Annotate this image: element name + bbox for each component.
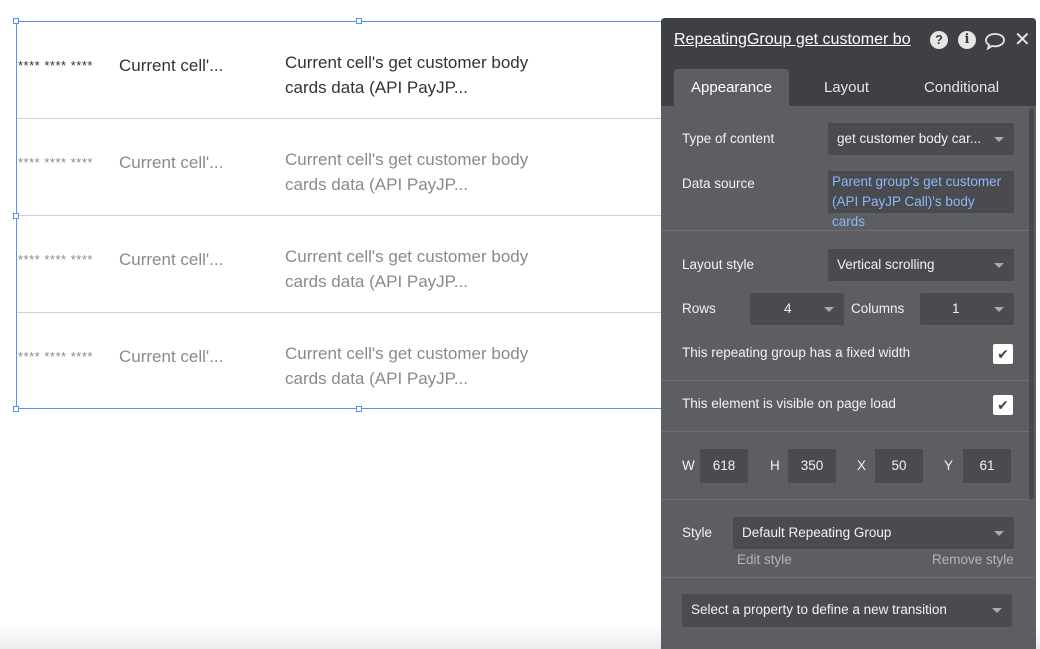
height-label: H xyxy=(770,458,780,473)
list-item[interactable]: **** **** **** Current cell'... Current … xyxy=(17,313,715,410)
cell-data-text: Current cell's get customer body cards d… xyxy=(285,247,529,291)
panel-scrollbar[interactable] xyxy=(1029,108,1034,500)
cell-data-text: Current cell's get customer body cards d… xyxy=(285,150,529,194)
columns-dropdown[interactable]: 1 xyxy=(920,293,1014,325)
cell-data-text: Current cell's get customer body cards d… xyxy=(285,53,529,97)
tab-bar: Appearance Layout Conditional xyxy=(661,66,1036,106)
style-label: Style xyxy=(682,525,713,540)
comment-icon[interactable] xyxy=(984,32,1006,55)
rows-dropdown[interactable]: 4 xyxy=(750,293,844,325)
divider xyxy=(661,431,1036,432)
divider xyxy=(661,380,1036,381)
resize-handle-bottom-left[interactable] xyxy=(13,406,19,412)
visible-on-load-label: This element is visible on page load xyxy=(682,396,896,411)
list-item[interactable]: **** **** **** Current cell'... Current … xyxy=(17,216,715,313)
columns-value: 1 xyxy=(952,301,960,316)
columns-label: Columns xyxy=(851,301,905,316)
x-label: X xyxy=(857,458,867,473)
width-input[interactable]: 618 xyxy=(700,449,748,483)
rows-value: 4 xyxy=(784,301,792,316)
cell-brand-text: Current cell'... xyxy=(119,250,224,269)
cell-data-text: Current cell's get customer body cards d… xyxy=(285,344,529,388)
resize-handle-top-left[interactable] xyxy=(13,18,19,24)
width-label: W xyxy=(682,458,695,473)
remove-style-link[interactable]: Remove style xyxy=(932,552,1014,567)
type-of-content-dropdown[interactable]: get customer body car... xyxy=(828,123,1014,155)
tab-appearance[interactable]: Appearance xyxy=(674,69,789,106)
resize-handle-bottom[interactable] xyxy=(356,406,362,412)
visible-on-load-checkbox[interactable]: ✔ xyxy=(993,395,1013,415)
style-value: Default Repeating Group xyxy=(742,525,892,540)
data-source-label: Data source xyxy=(682,176,755,191)
panel-header[interactable]: RepeatingGroup get customer bo ? i ✕ xyxy=(661,18,1036,66)
chevron-down-icon xyxy=(994,137,1004,142)
repeating-group[interactable]: **** **** **** Current cell'... Current … xyxy=(16,21,716,409)
resize-handle-left[interactable] xyxy=(13,213,19,219)
data-source-expression[interactable]: Parent group's get customer (API PayJP C… xyxy=(828,171,1014,229)
rows-label: Rows xyxy=(682,301,716,316)
height-input[interactable]: 350 xyxy=(788,449,836,483)
chevron-down-icon xyxy=(992,608,1002,613)
card-number-mask: **** **** **** xyxy=(18,155,93,170)
transition-dropdown[interactable]: Select a property to define a new transi… xyxy=(682,594,1012,627)
resize-handle-top[interactable] xyxy=(356,18,362,24)
card-number-mask: **** **** **** xyxy=(18,58,93,73)
close-icon[interactable]: ✕ xyxy=(1014,30,1031,50)
layout-style-label: Layout style xyxy=(682,257,755,272)
list-item[interactable]: **** **** **** Current cell'... Current … xyxy=(17,22,715,119)
info-icon[interactable]: i xyxy=(958,31,976,49)
divider xyxy=(661,577,1036,578)
style-dropdown[interactable]: Default Repeating Group xyxy=(733,517,1014,549)
divider xyxy=(661,230,1036,231)
layout-style-value: Vertical scrolling xyxy=(837,257,935,272)
layout-style-dropdown[interactable]: Vertical scrolling xyxy=(828,249,1014,281)
y-input[interactable]: 61 xyxy=(963,449,1011,483)
chevron-down-icon xyxy=(824,307,834,312)
cell-brand-text: Current cell'... xyxy=(119,153,224,172)
divider xyxy=(661,499,1036,500)
tab-layout[interactable]: Layout xyxy=(789,69,904,106)
edit-style-link[interactable]: Edit style xyxy=(737,552,792,567)
help-icon[interactable]: ? xyxy=(930,31,948,49)
transition-placeholder: Select a property to define a new transi… xyxy=(691,602,947,617)
type-of-content-label: Type of content xyxy=(682,131,775,146)
tab-conditional[interactable]: Conditional xyxy=(904,69,1019,106)
chevron-down-icon xyxy=(994,307,1004,312)
cell-brand-text: Current cell'... xyxy=(119,347,224,366)
list-item[interactable]: **** **** **** Current cell'... Current … xyxy=(17,119,715,216)
type-of-content-value: get customer body car... xyxy=(837,131,982,146)
chevron-down-icon xyxy=(994,531,1004,536)
chevron-down-icon xyxy=(994,263,1004,268)
fixed-width-label: This repeating group has a fixed width xyxy=(682,345,911,360)
fixed-width-checkbox[interactable]: ✔ xyxy=(993,344,1013,364)
cell-brand-text: Current cell'... xyxy=(119,56,224,75)
card-number-mask: **** **** **** xyxy=(18,349,93,364)
y-label: Y xyxy=(944,458,954,473)
x-input[interactable]: 50 xyxy=(875,449,923,483)
property-editor-panel[interactable]: RepeatingGroup get customer bo ? i ✕ App… xyxy=(661,18,1036,649)
card-number-mask: **** **** **** xyxy=(18,252,93,267)
element-name-link[interactable]: RepeatingGroup get customer bo xyxy=(674,31,924,49)
